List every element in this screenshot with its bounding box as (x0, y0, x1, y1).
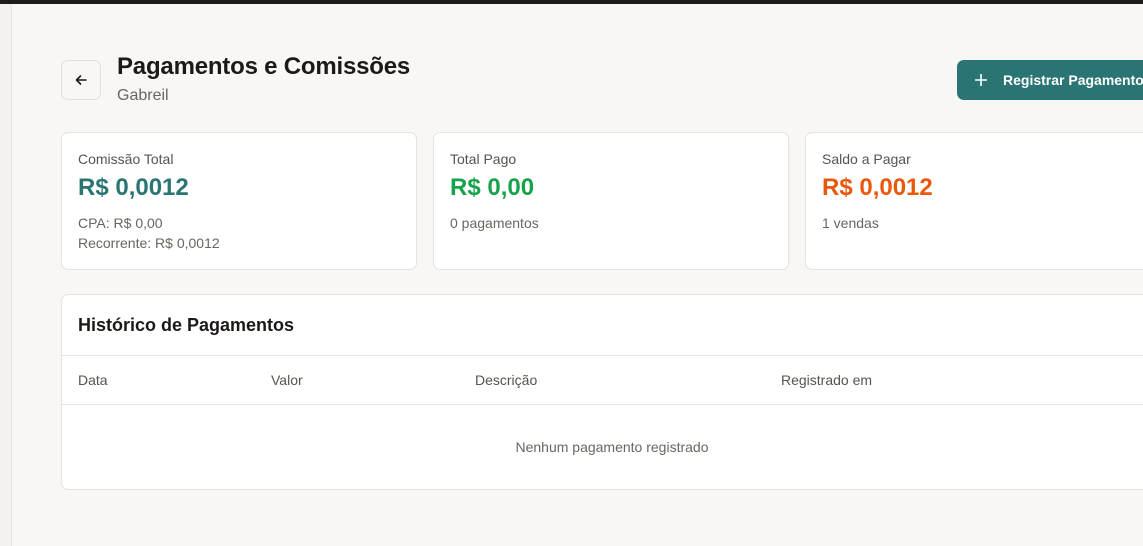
page-subtitle: Gabreil (117, 87, 169, 104)
empty-state-message: Nenhum pagamento registrado (515, 439, 709, 455)
arrow-left-icon (75, 75, 87, 85)
register-payment-button[interactable]: Registrar Pagamento (957, 60, 1143, 100)
column-header-description: Descrição (475, 372, 538, 388)
card-value: R$ 0,0012 (822, 174, 933, 201)
card-label: Comissão Total (78, 151, 174, 167)
window-top-bar (0, 0, 1143, 4)
divider (62, 355, 1143, 356)
register-payment-label: Registrar Pagamento (1003, 72, 1143, 88)
column-header-registered-at: Registrado em (781, 372, 873, 388)
payment-history-panel: Histórico de Pagamentos Data Valor Descr… (61, 294, 1143, 490)
card-total-paid: Total Pago R$ 0,00 0 pagamentos (433, 132, 789, 270)
column-header-value: Valor (271, 372, 303, 388)
card-label: Saldo a Pagar (822, 151, 911, 167)
card-note-cpa: CPA: R$ 0,00 (78, 215, 163, 231)
card-note-recurring: Recorrente: R$ 0,0012 (78, 235, 220, 251)
card-value: R$ 0,0012 (78, 174, 189, 201)
column-header-date: Data (78, 372, 108, 388)
page-title: Pagamentos e Comissões (117, 53, 411, 80)
divider (62, 404, 1143, 405)
card-label: Total Pago (450, 151, 517, 167)
card-note-payments: 0 pagamentos (450, 215, 539, 231)
card-value: R$ 0,00 (450, 174, 535, 201)
plus-icon (975, 74, 987, 86)
card-total-commission: Comissão Total R$ 0,0012 CPA: R$ 0,00 Re… (61, 132, 417, 270)
left-rail (0, 4, 12, 546)
back-button[interactable] (61, 60, 101, 100)
card-balance-due: Saldo a Pagar R$ 0,0012 1 vendas (805, 132, 1143, 270)
card-note-sales: 1 vendas (822, 215, 879, 231)
history-title: Histórico de Pagamentos (78, 315, 295, 335)
